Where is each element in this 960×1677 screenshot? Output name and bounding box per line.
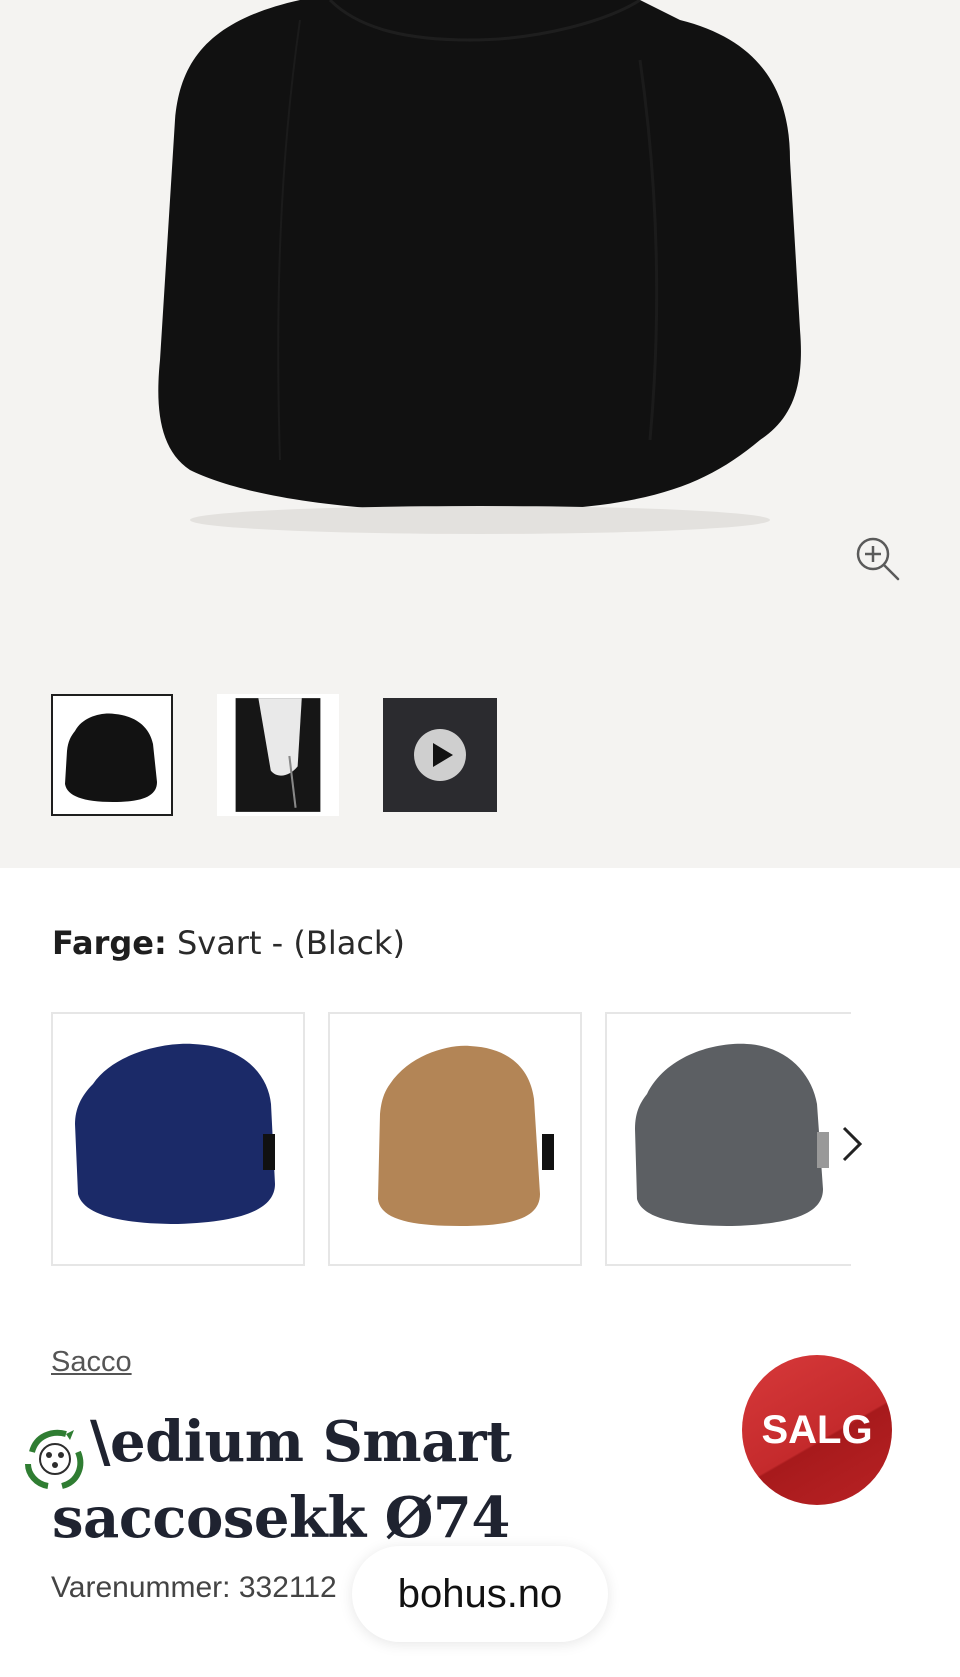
product-gallery [0, 0, 960, 868]
zoom-in-icon[interactable] [852, 534, 902, 584]
color-swatch-grey[interactable] [605, 1012, 851, 1266]
sale-badge: SALG [742, 1355, 892, 1505]
thumbnail-black-bean-bag[interactable] [51, 694, 173, 816]
main-product-image[interactable] [0, 0, 960, 600]
color-label-key: Farge: [52, 924, 167, 962]
color-label-value: Svart - (Black) [166, 924, 405, 962]
chevron-right-icon[interactable] [836, 1122, 868, 1166]
thumbnail-video[interactable] [383, 698, 497, 812]
color-swatch-navy[interactable] [51, 1012, 305, 1266]
play-icon [414, 729, 466, 781]
brand-link[interactable]: Sacco [51, 1346, 132, 1379]
product-title-line2: saccosekk Ø74 [52, 1485, 510, 1551]
sku-number: Varenummer: 332112 [51, 1571, 337, 1604]
color-swatch-tan[interactable] [328, 1012, 582, 1266]
color-swatch-carousel [51, 1012, 851, 1268]
recycle-icon [25, 1429, 84, 1489]
domain-pill[interactable]: bohus.no [352, 1546, 608, 1642]
color-label: Farge: Svart - (Black) [52, 924, 405, 962]
product-title: \edium Smart saccosekk Ø74 [52, 1404, 612, 1556]
product-title-line1: \edium Smart [90, 1409, 512, 1475]
thumbnail-zipper-detail[interactable] [217, 694, 339, 816]
